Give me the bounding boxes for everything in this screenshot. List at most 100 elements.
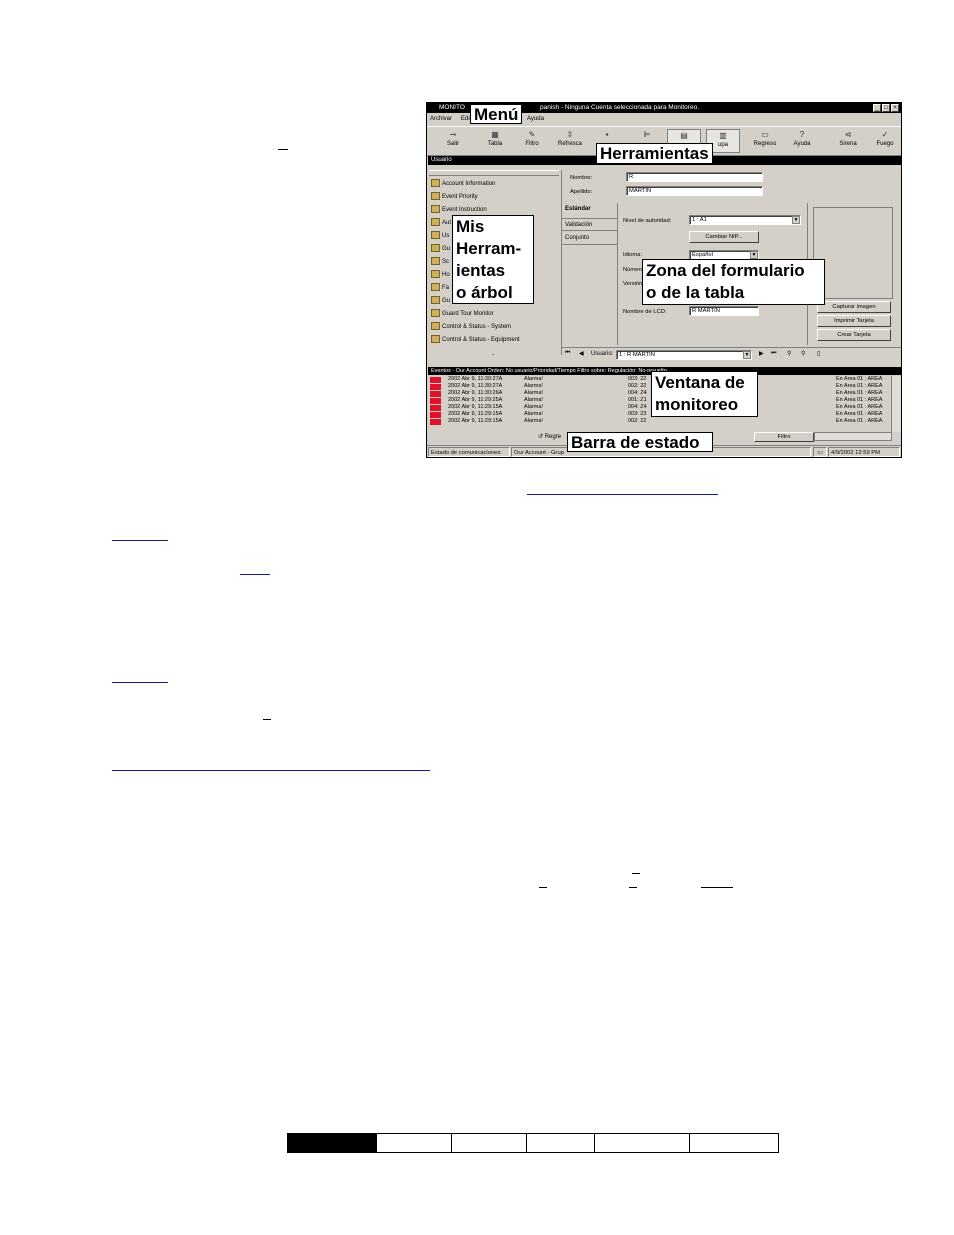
event-date: 2002 Abr 9, 11:30:27A [448, 376, 503, 382]
link-underline[interactable] [112, 770, 430, 771]
nivel-label: Nivel de autoridad: [623, 218, 672, 224]
toolbar-fuego[interactable]: ✓ Fuego [868, 129, 901, 153]
menu-ayuda[interactable]: Ayuda [527, 114, 544, 124]
toolbar-regreso[interactable]: ▭ Regreso [748, 129, 782, 153]
first-record-icon[interactable]: ⏮ [565, 350, 570, 357]
toolbar-ayuda[interactable]: ? Ayuda [785, 129, 819, 153]
tree-item-label: Sc [442, 259, 450, 265]
tree-item-label: Guard Tour Monitor [442, 311, 494, 317]
event-code: 002: 22 [628, 418, 647, 424]
next-record-icon[interactable]: ▶ [759, 350, 764, 357]
callout-monitoreo: Ventana de monitoreo [651, 371, 758, 417]
callout-zona: Zona del formulario o de la tabla [642, 259, 825, 305]
lcd-field[interactable]: R MARTIN [689, 306, 759, 316]
event-code: 004: Z4 [628, 390, 647, 396]
chevron-down-icon[interactable]: ▼ [792, 216, 800, 224]
underline-mark [539, 887, 547, 888]
event-code: 001: Z1 [628, 397, 647, 403]
nivel-select[interactable]: 1 : A1 ▼ [689, 215, 801, 225]
nombre-field[interactable]: R [626, 172, 763, 182]
usuario-nav-value: 1 : R MARTIN [619, 352, 655, 358]
last-record-icon[interactable]: ⏭ [771, 350, 776, 357]
tree-item-fa[interactable]: Fa [431, 282, 449, 294]
tree-item-account-information[interactable]: Account Information [431, 178, 495, 190]
apellido-field[interactable]: MARTIN [626, 186, 763, 196]
toolbar-refresca[interactable]: ⇳ Refresca [553, 129, 587, 153]
toolbar-filtro[interactable]: ✎ Filtro [515, 129, 549, 153]
event-type: Alarma! [524, 383, 543, 389]
tree-item-gu[interactable]: Gu [431, 243, 450, 255]
cambiar-nip-button[interactable]: Cambiar NIP... [689, 231, 759, 243]
tree-item-label: Event Priority [442, 194, 478, 200]
search-all-icon[interactable]: ⚲ [801, 350, 805, 357]
form-icon: ▤ [680, 131, 688, 140]
event-type: Alarma! [524, 376, 543, 382]
tab-validacion[interactable]: Validación [561, 218, 617, 231]
footer-cell [452, 1134, 527, 1152]
underline-mark [701, 887, 733, 888]
tree-item-label: Gu [442, 298, 451, 304]
filtro-button[interactable]: Filtro [754, 432, 814, 442]
event-date: 2002 Abr 9, 11:29:15A [448, 411, 503, 417]
prev-record-icon[interactable]: ◀ [579, 350, 584, 357]
link-underline[interactable] [527, 494, 718, 495]
record-navigator: ⏮ ◀ Usuario: 1 : R MARTIN ▼ ▶ ⏭ ⚲ ⚲ ▯ [561, 347, 901, 362]
tree-item-control-status-equipment[interactable]: Control & Status - Equipment [431, 334, 520, 346]
link-underline[interactable] [112, 540, 168, 541]
search-icon[interactable]: ⚲ [787, 350, 791, 357]
toolbar-sirena[interactable]: ⊲ Sirena [831, 129, 865, 153]
tree-item-ho[interactable]: Ho [431, 269, 450, 281]
tab-conjunto[interactable]: Conjunto [561, 232, 617, 245]
minimize-button[interactable]: _ [873, 104, 881, 112]
version-label: Versión [623, 281, 643, 287]
usuario-nav-label: Usuario: [591, 351, 614, 357]
photo-box [813, 207, 893, 299]
guard-icon [431, 296, 440, 305]
link-underline[interactable] [112, 682, 168, 683]
tree-item-control-status-system[interactable]: Control & Status - System [431, 321, 511, 333]
numero-label: Número [623, 267, 644, 273]
maximize-button[interactable]: □ [882, 104, 890, 112]
tree-item-gu2[interactable]: Gu [431, 295, 450, 307]
datetime-status: 4/9/2002 12:59 PM [828, 447, 900, 457]
document-icon[interactable]: ▯ [817, 350, 820, 357]
user-icon [431, 231, 440, 240]
instruction-icon [431, 205, 440, 214]
menu-archivar[interactable]: Archivar [430, 114, 452, 124]
regre-button[interactable]: ↺ Regre [538, 432, 561, 442]
tree-item-sc[interactable]: Sc [431, 256, 449, 268]
tree-item-event-priority[interactable]: Event Priority [431, 191, 478, 203]
event-type: Alarma! [524, 390, 543, 396]
tree-item-label: Fa [442, 285, 450, 291]
crear-tarjeta-button[interactable]: Crear Tarjeta [817, 329, 891, 341]
capturar-imagen-button[interactable]: Capturar imagen [817, 301, 891, 313]
chevron-down-icon[interactable]: ▼ [743, 351, 751, 359]
event-area: En Area 01 : AREA [836, 411, 883, 417]
events-scrollbar[interactable] [891, 376, 901, 432]
horizontal-scrollbar[interactable] [814, 432, 892, 441]
link-underline[interactable] [240, 574, 270, 575]
title-right: panish - Ninguna Cuenta seleccionada par… [540, 104, 699, 111]
tree-collapse-button[interactable]: - [429, 351, 557, 360]
comms-status: Estado de comunicaciones: [428, 447, 510, 457]
tab-estandar[interactable]: Estándar [561, 203, 617, 216]
usuario-nav-select[interactable]: 1 : R MARTIN ▼ [616, 350, 752, 360]
tree-divider [429, 170, 559, 176]
toolbar-salir[interactable]: ⊸ Salir [436, 129, 470, 153]
schedule-icon [431, 257, 440, 266]
event-type: Alarma! [524, 397, 543, 403]
event-type: Alarma! [524, 404, 543, 410]
event-area: En Area 01 : AREA [836, 418, 883, 424]
event-code: 003: 22 [628, 376, 647, 382]
toolbar-tabla[interactable]: ▦ Tabla [478, 129, 512, 153]
tree-item-aut[interactable]: Aut [431, 217, 451, 229]
tree-item-guard-tour-monitor[interactable]: Guard Tour Monitor [431, 308, 494, 320]
chevron-down-icon[interactable]: ▼ [750, 251, 758, 259]
event-date: 2002 Abr 9, 11:29:15A [448, 418, 503, 424]
toolbar-grupo-label: upa [717, 142, 728, 148]
event-area: En Area 01 : AREA [836, 383, 883, 389]
event-row[interactable]: 2002 Abr 9, 11:29:15A Alarma! 002: 22 En Ar… [428, 418, 891, 425]
imprimir-tarjeta-button[interactable]: Imprimir Tarjeta [817, 315, 891, 327]
close-button[interactable]: × [891, 104, 899, 112]
tree-item-us[interactable]: Us [431, 230, 449, 242]
